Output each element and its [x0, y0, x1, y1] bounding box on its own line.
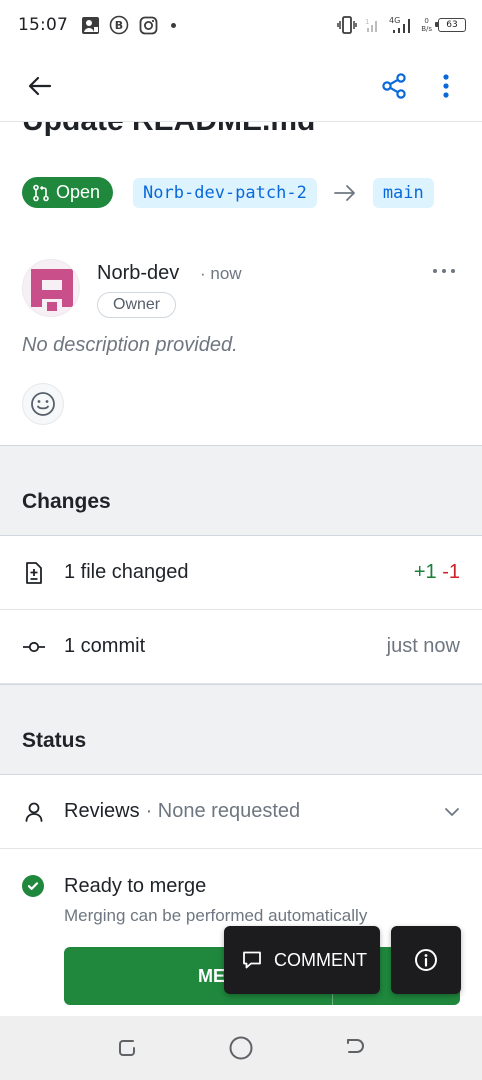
- pull-request-icon: [33, 184, 49, 201]
- svg-text:4G: 4G: [389, 16, 400, 25]
- share-button[interactable]: [376, 68, 412, 104]
- diff-stats: +1 -1: [414, 561, 460, 584]
- instagram-icon: [138, 15, 158, 35]
- status-right: 1 4G 0 B/s 63: [337, 15, 466, 35]
- base-branch-chip[interactable]: main: [372, 177, 434, 208]
- more-horizontal-icon: [433, 269, 455, 273]
- pr-state-badge: Open: [22, 177, 114, 208]
- status-header: Status: [0, 684, 482, 775]
- recents-icon: [119, 1040, 135, 1056]
- changes-header: Changes: [0, 445, 482, 536]
- comment-options-button[interactable]: [426, 259, 462, 283]
- add-reaction-button[interactable]: [22, 383, 64, 425]
- merge-title: Ready to merge: [64, 875, 207, 897]
- owner-badge: Owner: [97, 292, 177, 318]
- signal-4g-icon: 4G: [389, 15, 415, 35]
- check-circle-icon: [22, 875, 44, 897]
- files-changed-label: 1 file changed: [64, 561, 189, 583]
- comment-button[interactable]: COMMENT: [224, 926, 380, 994]
- head-branch-chip[interactable]: Norb-dev-patch-2: [133, 177, 317, 208]
- overflow-menu-button[interactable]: [428, 68, 464, 104]
- files-changed-row[interactable]: 1 file changed +1 -1: [0, 536, 482, 610]
- pr-description: No description provided.: [22, 334, 238, 356]
- recents-button[interactable]: [107, 1028, 147, 1068]
- comment-time: · now: [200, 264, 242, 283]
- system-nav-bar: [0, 1016, 482, 1080]
- comment-label: COMMENT: [274, 949, 367, 970]
- identicon-image: [26, 265, 78, 315]
- commits-label: 1 commit: [64, 635, 146, 657]
- deletions-count: -1: [442, 561, 460, 583]
- net-speed-value: 0: [424, 17, 429, 25]
- person-icon: [22, 800, 46, 824]
- app-bar-actions: [376, 68, 464, 104]
- pr-title-container: Update README.md: [0, 122, 482, 142]
- svg-text:B: B: [115, 19, 123, 32]
- back-nav-button[interactable]: [335, 1028, 375, 1068]
- author-name[interactable]: Norb-dev: [97, 262, 179, 285]
- branch-row: Open Norb-dev-patch-2 main: [22, 177, 434, 208]
- reviews-value: · None requested: [145, 800, 301, 822]
- comment-icon: [243, 951, 261, 969]
- kebab-menu-icon: [443, 73, 449, 98]
- app-bar: [0, 50, 482, 122]
- notification-icons: B: [80, 15, 176, 35]
- merge-subtitle: Merging can be performed automatically: [64, 906, 368, 925]
- home-button[interactable]: [221, 1028, 261, 1068]
- vibrate-icon: [337, 15, 357, 35]
- share-icon: [382, 72, 406, 99]
- additions-count: +1: [413, 561, 437, 583]
- chevron-down-icon[interactable]: [444, 800, 460, 823]
- net-speed: 0 B/s: [421, 17, 432, 33]
- status-time: 15:07: [18, 15, 68, 35]
- signal-sim1-icon: 1: [363, 15, 383, 35]
- commits-row[interactable]: 1 commit just now: [0, 610, 482, 684]
- commit-icon: [22, 635, 46, 659]
- info-icon: [415, 949, 437, 971]
- pr-title: Update README.md: [22, 122, 315, 138]
- svg-text:1: 1: [365, 18, 369, 26]
- battery-level: 63: [446, 20, 458, 30]
- back-button[interactable]: [22, 68, 58, 104]
- branch-compare: Norb-dev-patch-2 main: [133, 177, 434, 208]
- more-notifications-dot: [171, 22, 176, 28]
- pr-state-label: Open: [56, 182, 101, 202]
- b-circle-icon: B: [109, 15, 129, 35]
- file-diff-icon: [22, 561, 46, 585]
- changes-heading: Changes: [22, 490, 111, 513]
- status-heading: Status: [22, 729, 87, 752]
- commits-time: just now: [386, 635, 460, 657]
- reviews-row[interactable]: Reviews · None requested: [0, 775, 482, 849]
- contact-card-icon: [80, 15, 100, 35]
- reviews-label: Reviews: [64, 800, 140, 822]
- home-circle-icon: [229, 1036, 253, 1060]
- net-speed-unit: B/s: [421, 25, 432, 33]
- battery-icon: 63: [435, 18, 466, 32]
- status-bar: 15:07 B 1 4G 0 B/s 63: [0, 0, 482, 50]
- info-button[interactable]: [391, 926, 461, 994]
- author-row: Norb-dev · now Owner: [22, 259, 462, 321]
- avatar[interactable]: [22, 259, 80, 317]
- arrow-left-icon: [28, 76, 52, 95]
- back-nav-icon: [347, 1039, 364, 1053]
- arrow-right-icon: [333, 184, 357, 202]
- smiley-icon: [31, 392, 55, 416]
